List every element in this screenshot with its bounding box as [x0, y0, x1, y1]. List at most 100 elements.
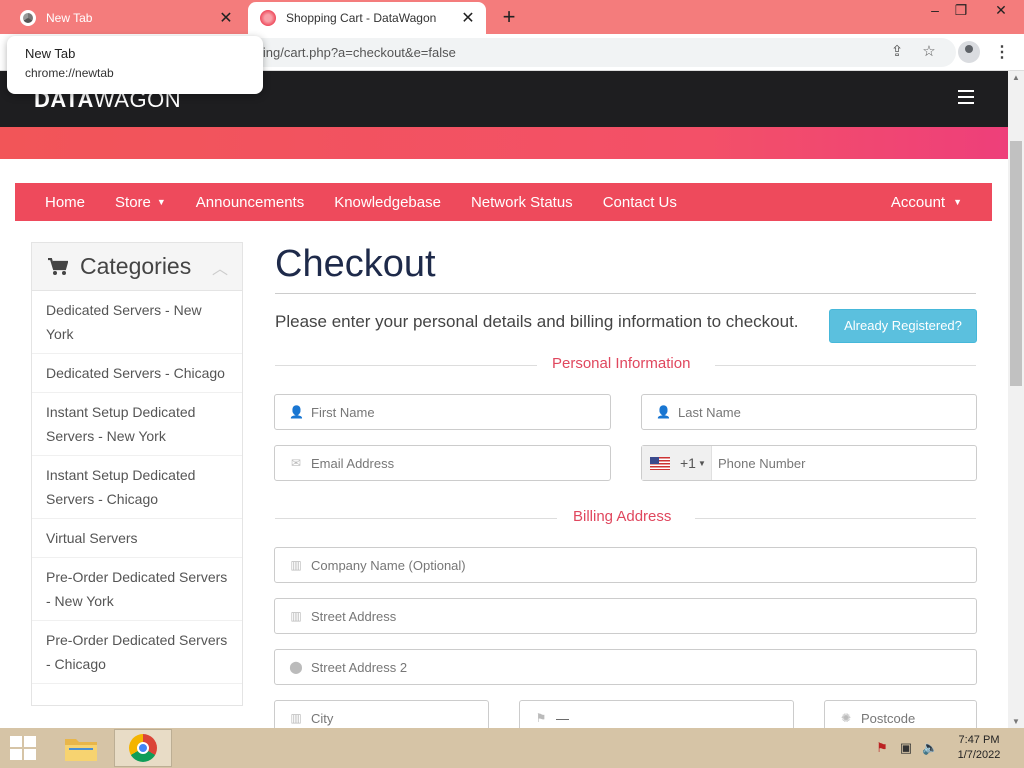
- action-center-flag-icon[interactable]: ⚑: [874, 740, 890, 756]
- close-tab-icon[interactable]: ✕: [214, 8, 238, 28]
- country-code-selector[interactable]: +1 ▼: [642, 446, 712, 480]
- chrome-icon: [20, 10, 36, 26]
- file-explorer-icon[interactable]: [64, 734, 98, 762]
- street-address-field[interactable]: ▥: [274, 598, 977, 634]
- street-address-2-field[interactable]: ⬤: [274, 649, 977, 685]
- phone-field[interactable]: +1 ▼: [641, 445, 977, 481]
- header-banner: [0, 127, 1008, 159]
- tab-hover-tooltip: New Tab chrome://newtab: [7, 36, 263, 94]
- email-field[interactable]: ✉: [274, 445, 611, 481]
- building-icon: ▥: [290, 558, 302, 572]
- taskbar-chrome-button[interactable]: [114, 729, 172, 767]
- tab-title: Shopping Cart - DataWagon: [286, 11, 437, 25]
- dial-code: +1 ▼: [680, 455, 706, 471]
- page-title: Checkout: [275, 243, 436, 285]
- street-address-input[interactable]: [311, 605, 961, 627]
- envelope-icon: ✉: [290, 456, 302, 470]
- system-clock[interactable]: 7:47 PM 1/7/2022: [948, 733, 1010, 763]
- personal-info-heading: Personal Information: [552, 355, 691, 372]
- hamburger-menu-icon[interactable]: [958, 90, 974, 108]
- last-name-field[interactable]: 👤: [641, 394, 977, 430]
- volume-muted-icon[interactable]: 🔈: [922, 740, 938, 756]
- nav-store-label: Store: [115, 193, 151, 211]
- signpost-icon: ⚑: [535, 711, 547, 725]
- nav-account-label: Account: [890, 194, 946, 211]
- map-marker-icon: ⬤: [289, 660, 303, 674]
- nav-account[interactable]: Account ▼: [891, 194, 962, 211]
- category-item[interactable]: Dedicated Servers - New York: [32, 291, 242, 354]
- categories-title: Categories: [80, 253, 192, 279]
- close-tab-icon[interactable]: ✕: [456, 8, 480, 28]
- windows-start-icon[interactable]: [10, 736, 36, 760]
- company-name-input[interactable]: [311, 554, 961, 576]
- city-input[interactable]: [311, 707, 481, 728]
- city-field[interactable]: ▥: [274, 700, 489, 728]
- new-tab-button[interactable]: +: [498, 6, 520, 28]
- billing-address-separator: Billing Address: [275, 508, 976, 528]
- category-item[interactable]: Pre-Order Dedicated Servers - Chicago: [32, 621, 242, 684]
- tooltip-title: New Tab: [25, 46, 76, 61]
- nav-network-status[interactable]: Network Status: [471, 194, 573, 211]
- already-registered-button[interactable]: Already Registered?: [829, 309, 977, 343]
- window-close-icon[interactable]: ✕: [984, 0, 1018, 22]
- chrome-icon: [129, 734, 157, 762]
- bookmark-star-icon[interactable]: ☆: [920, 43, 938, 61]
- user-icon: 👤: [656, 405, 671, 419]
- tab-new-tab[interactable]: New Tab ✕: [8, 2, 244, 34]
- tooltip-url: chrome://newtab: [25, 66, 114, 80]
- browser-tab-strip: New Tab ✕ Shopping Cart - DataWagon ✕ + …: [0, 0, 1024, 34]
- nav-home[interactable]: Home: [45, 194, 85, 211]
- title-divider: [275, 293, 976, 294]
- first-name-input[interactable]: [311, 401, 601, 423]
- chevron-up-icon[interactable]: ︿: [212, 255, 228, 279]
- categories-sidebar: Categories ︿ Dedicated Servers - New Yor…: [31, 242, 243, 706]
- share-icon[interactable]: ⇪: [888, 43, 906, 61]
- clock-time: 7:47 PM: [958, 734, 1000, 746]
- restore-icon[interactable]: ❐: [944, 0, 978, 22]
- category-item[interactable]: Instant Setup Dedicated Servers - New Yo…: [32, 393, 242, 456]
- us-flag-icon: [650, 456, 670, 470]
- category-item[interactable]: Virtual Servers: [32, 519, 242, 558]
- page-scrollbar[interactable]: ▲ ▼: [1008, 71, 1024, 728]
- scrollbar-thumb[interactable]: [1010, 141, 1022, 386]
- phone-input[interactable]: [718, 452, 968, 474]
- nav-knowledgebase[interactable]: Knowledgebase: [334, 194, 441, 211]
- network-icon[interactable]: ▣: [898, 740, 914, 756]
- browser-menu-icon[interactable]: ⋮: [994, 42, 1010, 62]
- postcode-input[interactable]: [861, 707, 971, 728]
- scroll-down-icon[interactable]: ▼: [1012, 717, 1020, 726]
- first-name-field[interactable]: 👤: [274, 394, 611, 430]
- category-item[interactable]: Dedicated Servers - Chicago: [32, 354, 242, 393]
- windows-taskbar: ⚑ ▣ 🔈 7:47 PM 1/7/2022: [0, 728, 1024, 768]
- nav-contact-us[interactable]: Contact Us: [603, 194, 677, 211]
- street-address-2-input[interactable]: [311, 656, 961, 678]
- email-input[interactable]: [311, 452, 601, 474]
- main-navbar: Home Store ▼ Announcements Knowledgebase …: [15, 183, 992, 221]
- postcode-field[interactable]: ✺: [824, 700, 977, 728]
- company-name-field[interactable]: ▥: [274, 547, 977, 583]
- categories-header[interactable]: Categories ︿: [32, 243, 242, 291]
- last-name-input[interactable]: [678, 401, 968, 423]
- caret-down-icon: ▼: [156, 196, 166, 207]
- nav-announcements[interactable]: Announcements: [196, 194, 304, 211]
- tab-title: New Tab: [46, 11, 93, 25]
- datawagon-favicon-icon: [260, 10, 276, 26]
- building-icon: ▥: [290, 609, 302, 623]
- billing-address-heading: Billing Address: [573, 508, 672, 525]
- checkout-intro-text: Please enter your personal details and b…: [275, 312, 799, 331]
- nav-store[interactable]: Store ▼: [115, 194, 166, 211]
- category-item[interactable]: Pre-Order Dedicated Servers - New York: [32, 558, 242, 621]
- category-item[interactable]: Instant Setup Dedicated Servers - Chicag…: [32, 456, 242, 519]
- url-text[interactable]: ling/cart.php?a=checkout&e=false: [260, 45, 456, 60]
- profile-avatar-icon[interactable]: [958, 41, 980, 63]
- certificate-icon: ✺: [840, 711, 852, 725]
- state-input[interactable]: [556, 707, 786, 728]
- caret-down-icon: ▼: [953, 197, 962, 207]
- shopping-cart-icon: [48, 257, 68, 275]
- tab-shopping-cart[interactable]: Shopping Cart - DataWagon ✕: [248, 2, 486, 34]
- building-icon: ▥: [290, 711, 302, 725]
- state-field[interactable]: ⚑: [519, 700, 794, 728]
- scroll-up-icon[interactable]: ▲: [1012, 73, 1020, 82]
- user-icon: 👤: [289, 405, 304, 419]
- clock-date: 1/7/2022: [957, 749, 1001, 761]
